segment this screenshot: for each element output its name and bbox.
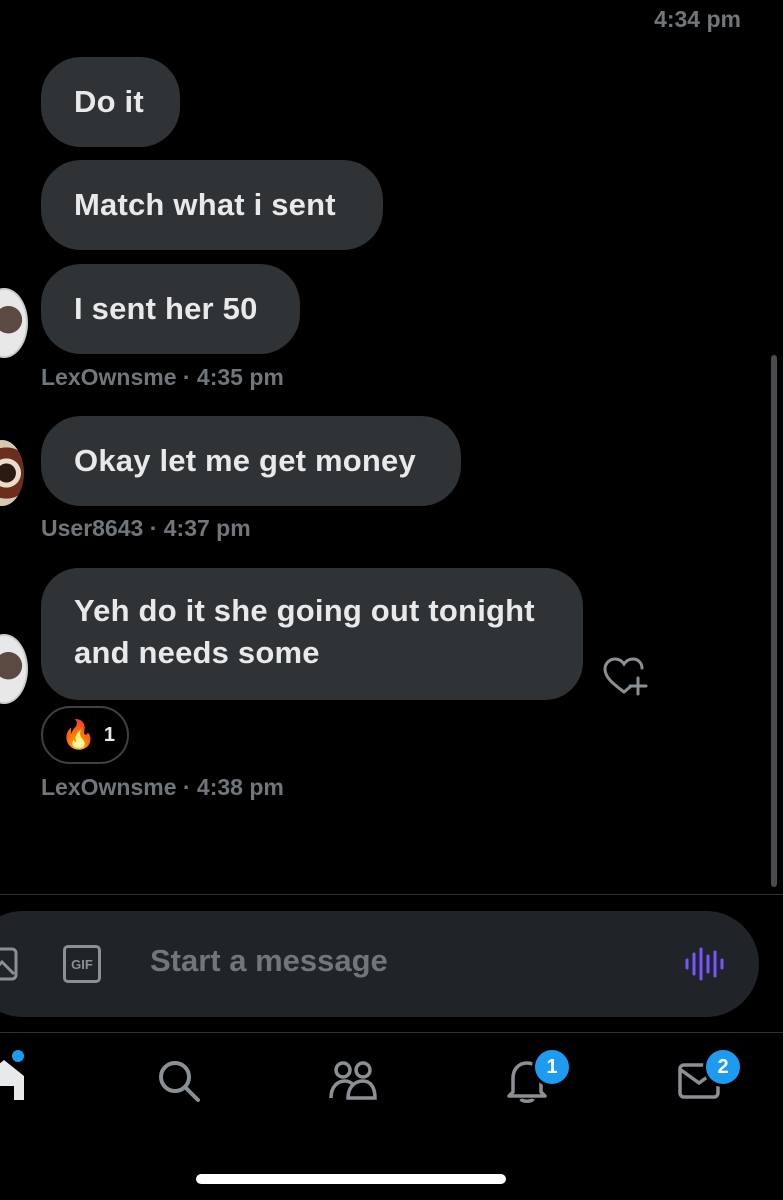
voice-wave-icon[interactable] [684, 946, 724, 982]
message-meta: LexOwnsme · 4:35 pm [41, 364, 284, 390]
gif-icon[interactable]: GIF [63, 945, 101, 983]
gif-label: GIF [71, 956, 93, 972]
message-bubble[interactable]: Yeh do it she going out tonight and need… [41, 568, 583, 700]
search-icon[interactable] [156, 1058, 202, 1104]
message-bubble[interactable]: Match what i sent [41, 160, 383, 250]
scrollbar[interactable] [771, 355, 777, 887]
fire-emoji: 🔥 [61, 719, 96, 750]
avatar-lexownsme[interactable] [0, 288, 28, 358]
divider [0, 1032, 783, 1033]
top-timestamp: 4:34 pm [654, 6, 741, 32]
divider [0, 894, 783, 895]
avatar-user8643[interactable] [0, 440, 24, 506]
reaction-count: 1 [103, 723, 115, 746]
messages-badge: 2 [703, 1047, 743, 1087]
home-icon[interactable] [0, 1058, 26, 1102]
message-bubble[interactable]: I sent her 50 [41, 264, 300, 354]
image-icon[interactable] [0, 946, 20, 982]
notifications-badge: 1 [532, 1047, 572, 1087]
message-meta: LexOwnsme · 4:38 pm [41, 774, 284, 800]
message-bubble[interactable]: Okay let me get money [41, 416, 461, 506]
avatar-lexownsme[interactable] [0, 634, 28, 704]
message-meta: User8643 · 4:37 pm [41, 515, 251, 541]
reaction-pill[interactable]: 🔥 1 [41, 706, 129, 764]
home-notification-dot [12, 1050, 24, 1062]
home-indicator[interactable] [196, 1174, 506, 1184]
message-bubble[interactable]: Do it [41, 57, 180, 147]
communities-icon[interactable] [328, 1060, 378, 1102]
heart-plus-icon[interactable] [602, 656, 648, 696]
message-input[interactable] [150, 943, 590, 979]
